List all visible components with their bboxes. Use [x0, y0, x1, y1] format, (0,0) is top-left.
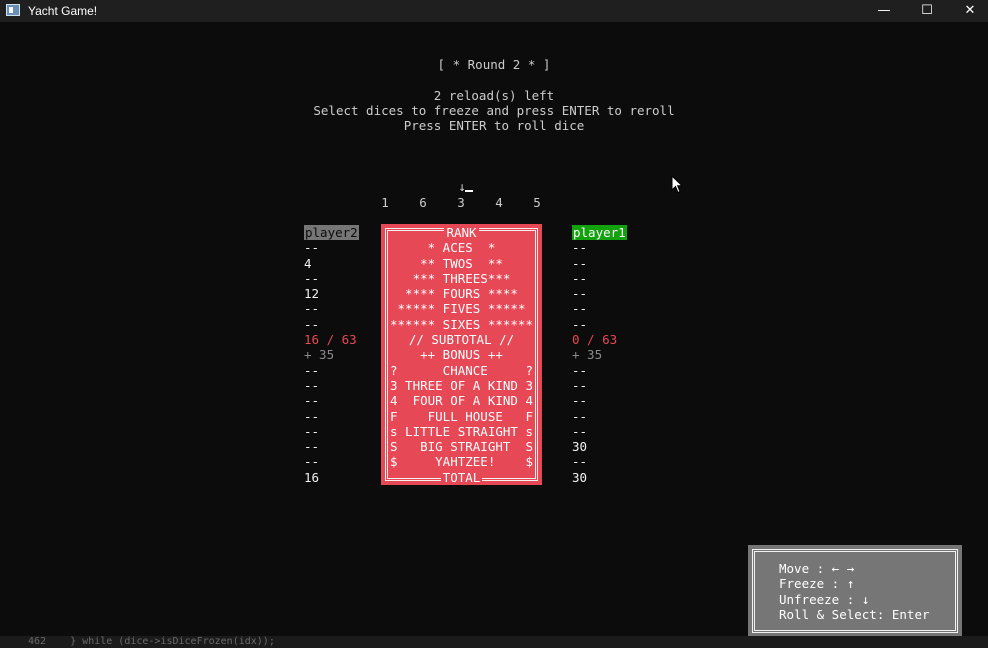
- player1-bonus: + 35: [572, 347, 603, 363]
- rank-big-straight[interactable]: S BIG STRAIGHT S: [381, 439, 542, 454]
- player2-score-twos: 4: [304, 255, 312, 271]
- rank-twos[interactable]: ** TWOS **: [381, 256, 542, 271]
- player2-score-sixes: --: [304, 316, 320, 332]
- window-titlebar: Yacht Game! — ☐ ✕: [0, 0, 988, 22]
- rank-total: TOTAL: [440, 469, 483, 485]
- help-roll-select: Roll & Select: Enter: [779, 606, 930, 622]
- rank-four-of-a-kind[interactable]: 4 FOUR OF A KIND 4: [381, 393, 542, 408]
- player2-total: 16: [304, 469, 320, 485]
- rank-fours[interactable]: **** FOURS ****: [381, 286, 542, 301]
- rank-yahtzee[interactable]: $ YAHTZEE! $: [381, 454, 542, 469]
- player2-name: player2: [304, 225, 359, 241]
- rank-list: RANK * ACES * ** TWOS ** *** THREES*** *…: [381, 225, 542, 485]
- player2-score-threes: --: [304, 270, 320, 286]
- rank-threes[interactable]: *** THREES***: [381, 271, 542, 286]
- help-freeze: Freeze : ↑: [779, 576, 855, 592]
- player2-column: player2 -- 4 -- 12 -- -- 16 / 63 + 35 --…: [304, 225, 359, 485]
- rank-little-straight[interactable]: s LITTLE STRAIGHT s: [381, 424, 542, 439]
- player2-score-four-kind: --: [304, 393, 320, 409]
- rank-subtotal: // SUBTOTAL //: [408, 332, 515, 348]
- player1-column: player1 -- -- -- -- -- -- 0 / 63 + 35 --…: [572, 225, 627, 485]
- player1-score-full-house: --: [572, 408, 588, 424]
- player2-score-big-straight: --: [304, 439, 320, 455]
- player1-score-three-kind: --: [572, 377, 588, 393]
- console-app-icon: [6, 4, 20, 16]
- rank-panel: RANK * ACES * ** TWOS ** *** THREES*** *…: [381, 224, 542, 485]
- round-label: [ * Round 2 * ]: [437, 57, 551, 72]
- player1-total: 30: [572, 469, 588, 485]
- rank-sixes[interactable]: ****** SIXES ******: [381, 317, 542, 332]
- window-title: Yacht Game!: [28, 4, 98, 18]
- help-unfreeze: Unfreeze : ↓: [779, 591, 870, 607]
- player2-score-little-straight: --: [304, 423, 320, 439]
- player1-score-four-kind: --: [572, 393, 588, 409]
- text-cursor: [465, 190, 473, 192]
- player2-score-yahtzee: --: [304, 454, 320, 470]
- help-move: Move : ← →: [779, 561, 855, 576]
- background-editor-strip: 462 } while (dice->isDiceFrozen(idx));: [0, 636, 988, 648]
- player1-score-little-straight: --: [572, 423, 588, 439]
- rank-bonus: ++ BONUS ++: [420, 347, 503, 363]
- player1-score-chance: --: [572, 362, 588, 378]
- player1-score-big-straight: 30: [572, 439, 588, 455]
- player1-score-sixes: --: [572, 316, 588, 332]
- rank-chance[interactable]: ? CHANCE ?: [381, 363, 542, 378]
- player1-score-aces: --: [572, 240, 588, 256]
- player1-score-twos: --: [572, 255, 588, 271]
- player2-score-chance: --: [304, 362, 320, 378]
- die-2[interactable]: 6: [416, 195, 430, 210]
- player1-subtotal: 0 / 63: [572, 332, 618, 348]
- controls-help-panel: Move : ← → Freeze : ↑ Unfreeze : ↓ Roll …: [748, 545, 962, 637]
- die-4[interactable]: 4: [492, 195, 506, 210]
- player2-score-aces: --: [304, 240, 320, 256]
- reloads-left: 2 reload(s) left: [433, 88, 555, 103]
- maximize-button[interactable]: ☐: [905, 0, 949, 22]
- rank-three-of-a-kind[interactable]: 3 THREE OF A KIND 3: [381, 378, 542, 393]
- player2-subtotal: 16 / 63: [304, 332, 357, 348]
- player2-score-fives: --: [304, 301, 320, 317]
- die-5[interactable]: 5: [530, 195, 544, 210]
- die-3[interactable]: 3: [454, 195, 468, 210]
- player1-score-threes: --: [572, 270, 588, 286]
- player1-score-fives: --: [572, 301, 588, 317]
- rank-fives[interactable]: ***** FIVES *****: [381, 301, 542, 316]
- player1-score-fours: --: [572, 286, 588, 302]
- rank-header: RANK: [444, 225, 479, 240]
- instruction-roll: Press ENTER to roll dice: [403, 118, 585, 133]
- minimize-button[interactable]: —: [862, 0, 906, 22]
- close-button[interactable]: ✕: [948, 0, 988, 22]
- player2-score-three-kind: --: [304, 377, 320, 393]
- die-1[interactable]: 1: [378, 195, 392, 210]
- player2-score-full-house: --: [304, 408, 320, 424]
- player1-name: player1: [572, 225, 627, 241]
- player1-score-yahtzee: --: [572, 454, 588, 470]
- instruction-reroll: Select dices to freeze and press ENTER t…: [313, 103, 675, 118]
- player2-score-fours: 12: [304, 286, 320, 302]
- rank-aces[interactable]: * ACES *: [381, 240, 542, 255]
- player2-bonus: + 35: [304, 347, 335, 363]
- mouse-pointer-icon: [671, 175, 683, 194]
- rank-full-house[interactable]: F FULL HOUSE F: [381, 409, 542, 424]
